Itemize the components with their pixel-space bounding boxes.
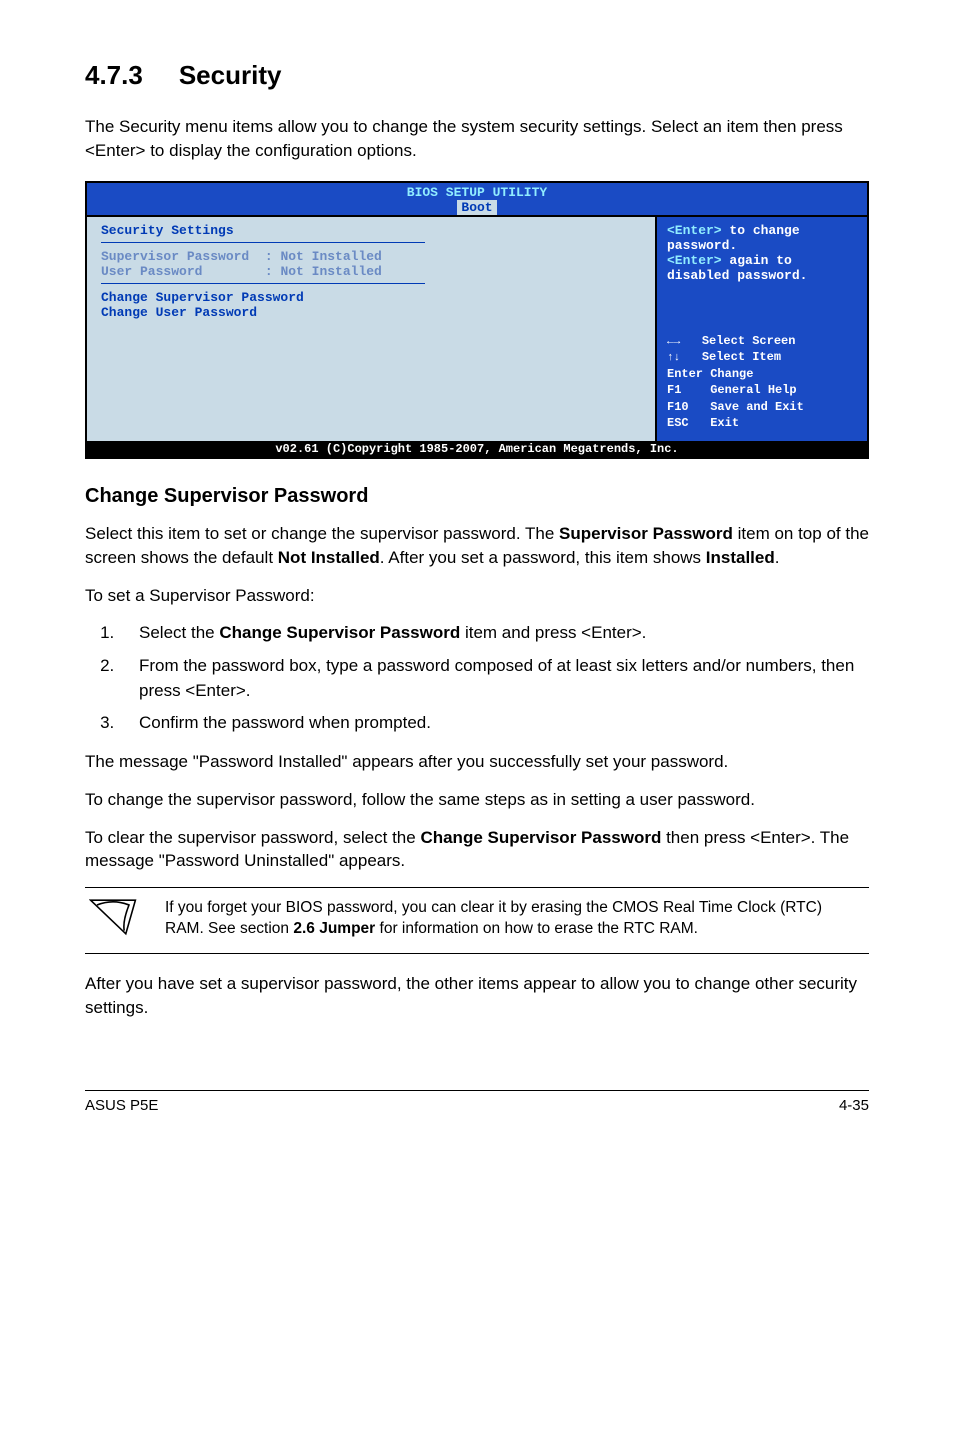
bios-header: BIOS SETUP UTILITY Boot: [87, 183, 867, 215]
s1b: Change Supervisor Password: [219, 623, 460, 642]
step-2: From the password box, type a password c…: [119, 654, 869, 703]
footer-right: 4-35: [839, 1097, 869, 1114]
p5a: To clear the supervisor password, select…: [85, 828, 420, 847]
legend-enter-lbl: Enter: [667, 367, 703, 381]
bios-left-title: Security Settings: [101, 223, 641, 238]
note-icon: [89, 898, 137, 941]
step-1: Select the Change Supervisor Password it…: [119, 621, 869, 646]
paragraph-4: To change the supervisor password, follo…: [85, 788, 869, 812]
paragraph-2: To set a Supervisor Password:: [85, 584, 869, 608]
page-footer: ASUS P5E 4-35: [85, 1090, 869, 1114]
legend-enter: Change: [710, 367, 753, 381]
legend-select-item: Select Item: [702, 350, 781, 364]
legend-esc-lbl: ESC: [667, 416, 689, 430]
p1b: Supervisor Password: [559, 524, 733, 543]
arrow-lr-icon: ←→: [667, 336, 680, 348]
paragraph-5: To clear the supervisor password, select…: [85, 826, 869, 874]
bios-cmd-change-user: Change User Password: [101, 305, 641, 320]
bios-sup-label: Supervisor Password: [101, 249, 249, 264]
bios-key-legend: ←→ Select Screen ↑↓ Select Item Enter Ch…: [667, 333, 857, 431]
legend-esc: Exit: [710, 416, 739, 430]
bios-cmd-change-sup: Change Supervisor Password: [101, 290, 641, 305]
bios-user-row: User Password : Not Installed: [101, 264, 641, 279]
bios-screenshot: BIOS SETUP UTILITY Boot Security Setting…: [85, 181, 869, 459]
p1d: Not Installed: [278, 548, 380, 567]
bios-right-panel: <Enter> to change password. <Enter> agai…: [657, 217, 867, 441]
p1g: .: [775, 548, 780, 567]
legend-f10-lbl: F10: [667, 400, 689, 414]
legend-select-screen: Select Screen: [702, 334, 796, 348]
bios-tab-boot: Boot: [457, 200, 496, 215]
noteB: 2.6 Jumper: [293, 920, 375, 937]
section-heading: 4.7.3 Security: [85, 60, 869, 91]
note-text: If you forget your BIOS password, you ca…: [165, 898, 865, 941]
bios-left-panel: Security Settings Supervisor Password : …: [87, 217, 657, 441]
p5b: Change Supervisor Password: [420, 828, 661, 847]
section-number: 4.7.3: [85, 60, 143, 90]
s1c: item and press <Enter>.: [460, 623, 646, 642]
legend-f1: General Help: [710, 383, 796, 397]
legend-f1-lbl: F1: [667, 383, 681, 397]
section-title-text: Security: [179, 60, 282, 90]
bios-title: BIOS SETUP UTILITY: [407, 185, 547, 200]
p1e: . After you set a password, this item sh…: [380, 548, 706, 567]
bios-footer: v02.61 (C)Copyright 1985-2007, American …: [87, 441, 867, 457]
subheading-csp: Change Supervisor Password: [85, 485, 869, 508]
p1f: Installed: [706, 548, 775, 567]
steps-list: Select the Change Supervisor Password it…: [85, 621, 869, 736]
paragraph-3: The message "Password Installed" appears…: [85, 750, 869, 774]
bios-help-enter2: <Enter>: [667, 253, 722, 268]
note-block: If you forget your BIOS password, you ca…: [85, 887, 869, 954]
s1a: Select the: [139, 623, 219, 642]
bios-user-val: : Not Installed: [265, 264, 382, 279]
noteC: for information on how to erase the RTC …: [375, 920, 698, 937]
arrow-ud-icon: ↑↓: [667, 352, 680, 364]
bios-user-label: User Password: [101, 264, 202, 279]
bios-help-enter1: <Enter>: [667, 223, 722, 238]
legend-f10: Save and Exit: [710, 400, 804, 414]
bios-sup-row: Supervisor Password : Not Installed: [101, 249, 641, 264]
bios-help-text: <Enter> to change password. <Enter> agai…: [667, 223, 857, 283]
bios-sup-val: : Not Installed: [265, 249, 382, 264]
step-3: Confirm the password when prompted.: [119, 711, 869, 736]
paragraph-1: Select this item to set or change the su…: [85, 522, 869, 570]
paragraph-6: After you have set a supervisor password…: [85, 972, 869, 1020]
p1a: Select this item to set or change the su…: [85, 524, 559, 543]
footer-left: ASUS P5E: [85, 1097, 158, 1114]
intro-paragraph: The Security menu items allow you to cha…: [85, 115, 869, 163]
